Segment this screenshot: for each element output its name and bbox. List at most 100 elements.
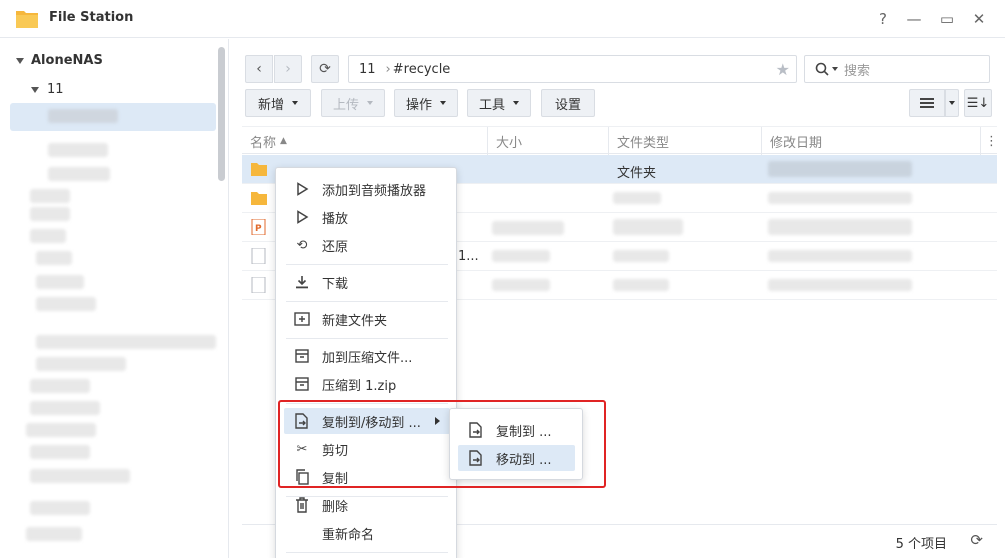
file-station-icon <box>16 11 38 28</box>
column-size[interactable]: 大小 <box>488 127 609 155</box>
blurred-label <box>30 189 70 203</box>
submenu-item-copy-to[interactable]: 复制到 ... <box>458 417 575 443</box>
blurred-label <box>30 379 90 393</box>
blurred-label <box>26 527 82 541</box>
submenu-item-move-to[interactable]: 移动到 ... <box>458 445 575 471</box>
submenu-item-label: 复制到 ... <box>496 424 552 440</box>
blurred-size <box>492 221 564 235</box>
blurred-date <box>768 219 912 235</box>
menu-item-play[interactable]: 播放 <box>284 204 450 230</box>
sidebar-scrollbar[interactable] <box>218 47 225 181</box>
menu-item-download[interactable]: 下载 <box>284 269 450 295</box>
back-button[interactable]: ‹ <box>245 55 273 83</box>
menu-item-copy-move[interactable]: 复制到/移动到 ... <box>284 408 450 434</box>
path-segment[interactable]: #recycle <box>393 62 451 77</box>
play-icon <box>294 181 310 197</box>
file-icon <box>251 277 266 293</box>
blurred-label <box>36 275 84 289</box>
star-icon[interactable]: ★ <box>776 60 790 79</box>
sort-button[interactable]: ☰↓ <box>964 89 992 117</box>
sort-icon: ☰↓ <box>966 95 990 111</box>
forward-button[interactable]: › <box>274 55 302 83</box>
menu-item-restore[interactable]: ⟲ 还原 <box>284 232 450 258</box>
search-box[interactable]: 搜索 <box>804 55 990 83</box>
blurred-label <box>36 297 96 311</box>
menu-item-delete[interactable]: 删除 <box>284 492 450 518</box>
move-to-icon <box>468 450 484 466</box>
menu-item-add-to-audio[interactable]: 添加到音频播放器 <box>284 176 450 202</box>
blurred-type <box>613 219 683 235</box>
column-menu-icon[interactable]: ⋮ <box>981 127 998 155</box>
blurred-size <box>492 279 550 291</box>
window-title: File Station <box>49 10 134 25</box>
list-view-icon <box>920 98 934 108</box>
blurred-label <box>48 167 110 181</box>
blurred-label <box>30 445 90 459</box>
copy-to-icon <box>468 422 484 438</box>
blurred-label <box>30 401 100 415</box>
title-bar: File Station ? — ▭ ✕ <box>0 0 1005 38</box>
minimize-button[interactable]: — <box>903 8 925 30</box>
menu-item-add-to-archive[interactable]: 加到压缩文件... <box>284 343 450 369</box>
archive-icon <box>294 348 310 364</box>
create-button[interactable]: 新增 <box>245 89 311 117</box>
view-list-button[interactable] <box>909 89 945 117</box>
menu-item-label: 添加到音频播放器 <box>322 183 427 199</box>
blurred-type <box>613 279 669 291</box>
folder-icon <box>251 163 267 176</box>
dropdown-arrow-icon <box>513 101 519 105</box>
column-type[interactable]: 文件类型 <box>609 127 762 155</box>
sidebar: AloneNAS 11 <box>0 39 229 558</box>
blurred-label <box>30 501 90 515</box>
blurred-type <box>613 192 661 204</box>
tree-folder-11[interactable]: 11 <box>31 82 64 97</box>
refresh-button[interactable]: ⟳ <box>311 55 339 83</box>
caret-down-icon[interactable] <box>31 86 39 93</box>
upload-button[interactable]: 上传 <box>321 89 385 117</box>
menu-divider <box>286 264 448 265</box>
context-menu: 添加到音频播放器 播放 ⟲ 还原 下载 新建文件夹 加到压缩文件... 压缩到 … <box>275 167 457 558</box>
menu-item-new-folder[interactable]: 新建文件夹 <box>284 306 450 332</box>
close-button[interactable]: ✕ <box>968 8 990 30</box>
search-input[interactable]: 搜索 <box>844 60 870 79</box>
menu-item-cut[interactable]: ✂ 剪切 <box>284 436 450 462</box>
blurred-label <box>36 335 216 349</box>
column-size-label: 大小 <box>496 135 523 151</box>
caret-down-icon[interactable] <box>16 57 24 64</box>
tree-root[interactable]: AloneNAS <box>16 53 103 68</box>
menu-divider <box>286 403 448 404</box>
tree-root-label: AloneNAS <box>31 53 103 68</box>
menu-item-label: 复制到/移动到 ... <box>322 415 421 431</box>
view-options-button[interactable] <box>945 89 959 117</box>
item-count: 5 个项目 <box>895 537 947 552</box>
path-bar[interactable]: 11 › #recycle ★ <box>348 55 797 83</box>
play-icon <box>294 209 310 225</box>
download-icon <box>294 274 310 290</box>
blurred-label <box>48 109 118 123</box>
help-button[interactable]: ? <box>872 8 894 30</box>
restore-icon: ⟲ <box>296 237 308 253</box>
dropdown-arrow-icon <box>292 101 298 105</box>
file-icon <box>251 248 266 264</box>
blurred-label <box>26 423 96 437</box>
tools-button[interactable]: 工具 <box>467 89 531 117</box>
column-name[interactable]: 名称 ▲ <box>242 127 488 155</box>
upload-button-label: 上传 <box>332 97 359 113</box>
settings-button[interactable]: 设置 <box>541 89 595 117</box>
blurred-label <box>36 357 126 371</box>
refresh-icon[interactable]: ⟳ <box>970 531 983 549</box>
maximize-button[interactable]: ▭ <box>936 8 958 30</box>
new-folder-icon <box>294 311 310 327</box>
copy-move-icon <box>294 413 310 429</box>
action-button[interactable]: 操作 <box>394 89 458 117</box>
submenu-item-label: 移动到 ... <box>496 452 552 468</box>
svg-text:P: P <box>255 224 262 234</box>
column-modified[interactable]: 修改日期 <box>762 127 981 155</box>
path-segment[interactable]: 11 <box>359 62 376 77</box>
menu-item-copy[interactable]: 复制 <box>284 464 450 490</box>
menu-item-compress-zip[interactable]: 压缩到 1.zip <box>284 371 450 397</box>
chevron-right-icon: › <box>285 61 291 77</box>
menu-item-rename[interactable]: 重新命名 <box>284 520 450 546</box>
path-separator: › <box>385 61 391 77</box>
search-options-caret-icon[interactable] <box>832 67 838 71</box>
